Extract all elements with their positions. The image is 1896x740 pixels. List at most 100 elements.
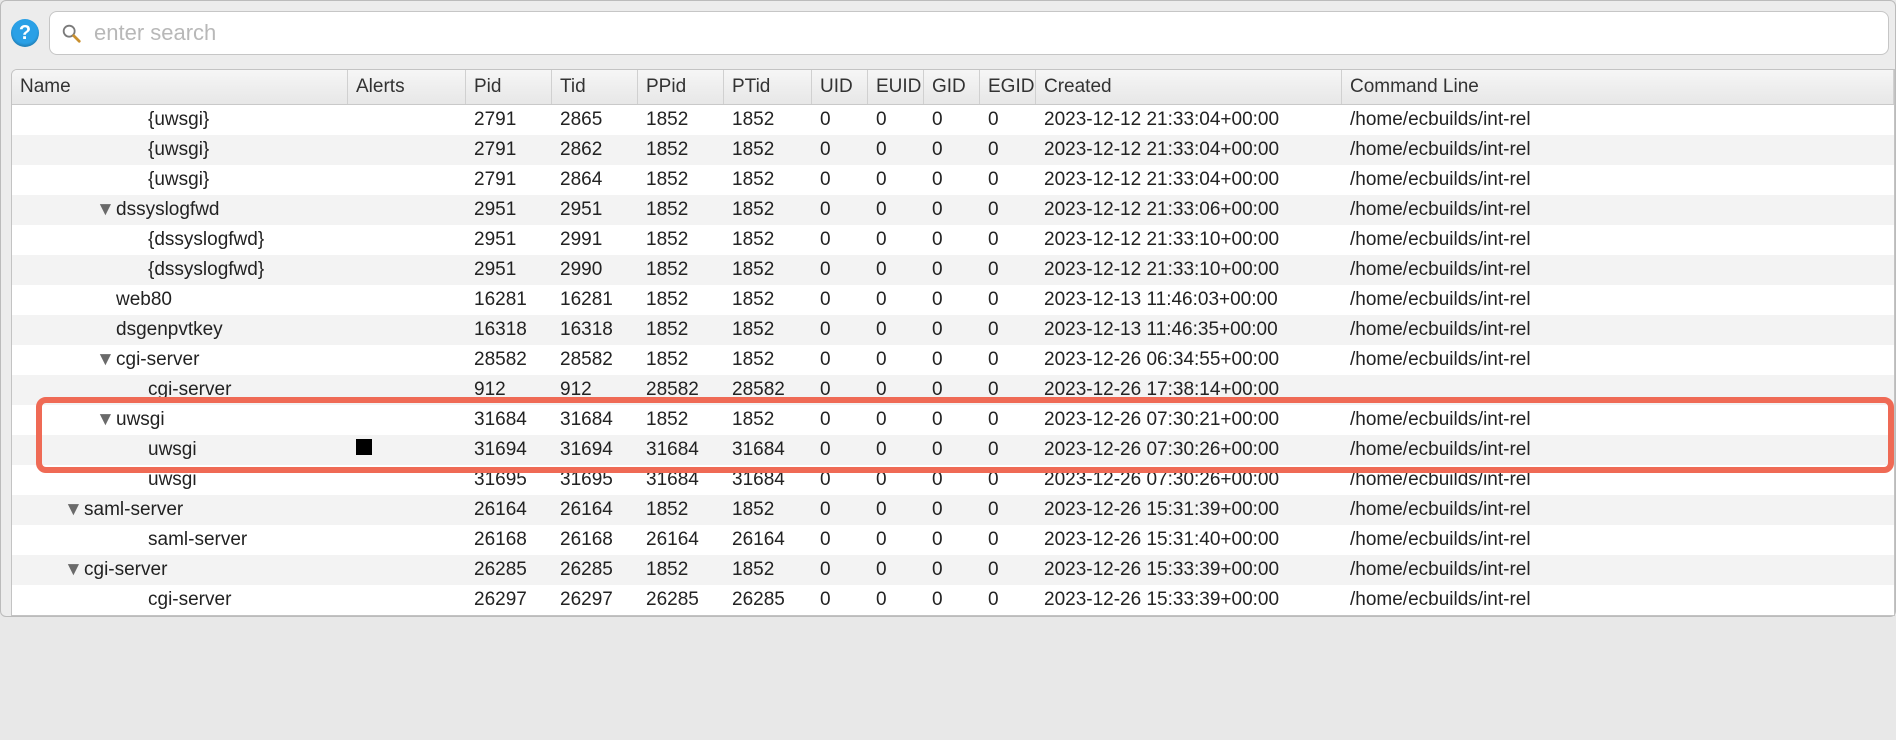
cell-egid: 0 [980, 349, 1036, 371]
table-row[interactable]: {uwsgi}279128641852185200002023-12-12 21… [12, 165, 1894, 195]
col-egid[interactable]: EGID [980, 70, 1036, 104]
col-cmdline[interactable]: Command Line [1342, 70, 1894, 104]
search-field[interactable] [49, 11, 1889, 55]
cell-uid: 0 [812, 109, 868, 131]
cell-cmd: /home/ecbuilds/int-rel [1342, 199, 1894, 221]
cell-egid: 0 [980, 139, 1036, 161]
cell-cmd: /home/ecbuilds/int-rel [1342, 439, 1894, 461]
cell-tid: 31694 [552, 439, 638, 461]
process-name: {dssyslogfwd} [148, 259, 264, 281]
table-row[interactable]: web8016281162811852185200002023-12-13 11… [12, 285, 1894, 315]
col-gid[interactable]: GID [924, 70, 980, 104]
table-header: Name Alerts Pid Tid PPid PTid UID EUID G… [12, 70, 1894, 105]
table-row[interactable]: cgi-server912912285822858200002023-12-26… [12, 375, 1894, 405]
col-pid[interactable]: Pid [466, 70, 552, 104]
disclosure-triangle-icon[interactable]: ▼ [96, 409, 110, 431]
cell-pid: 2791 [466, 169, 552, 191]
cell-gid: 0 [924, 589, 980, 611]
col-euid[interactable]: EUID [868, 70, 924, 104]
cell-ppid: 31684 [638, 469, 724, 491]
cell-pid: 31684 [466, 409, 552, 431]
cell-ppid: 1852 [638, 169, 724, 191]
cell-ptid: 1852 [724, 409, 812, 431]
cell-euid: 0 [868, 199, 924, 221]
cell-egid: 0 [980, 259, 1036, 281]
table-row[interactable]: cgi-server2629726297262852628500002023-1… [12, 585, 1894, 615]
cell-euid: 0 [868, 559, 924, 581]
cell-pid: 26297 [466, 589, 552, 611]
cell-name: uwsgi [12, 439, 348, 461]
cell-cmd: /home/ecbuilds/int-rel [1342, 289, 1894, 311]
cell-uid: 0 [812, 289, 868, 311]
cell-name: ▼cgi-server [12, 349, 348, 371]
cell-gid: 0 [924, 139, 980, 161]
process-name: cgi-server [84, 559, 167, 581]
col-name[interactable]: Name [12, 70, 348, 104]
table-row[interactable]: ▼cgi-server26285262851852185200002023-12… [12, 555, 1894, 585]
col-alerts[interactable]: Alerts [348, 70, 466, 104]
table-row[interactable]: {uwsgi}279128651852185200002023-12-12 21… [12, 105, 1894, 135]
cell-name: {uwsgi} [12, 169, 348, 191]
cell-pid: 31695 [466, 469, 552, 491]
cell-tid: 31695 [552, 469, 638, 491]
help-icon[interactable]: ? [11, 19, 39, 47]
table-row[interactable]: uwsgi3169531695316843168400002023-12-26 … [12, 465, 1894, 495]
cell-name: {dssyslogfwd} [12, 259, 348, 281]
cell-uid: 0 [812, 439, 868, 461]
cell-euid: 0 [868, 469, 924, 491]
cell-created: 2023-12-26 15:31:40+00:00 [1036, 529, 1342, 551]
search-input[interactable] [92, 19, 1878, 47]
table-row[interactable]: {uwsgi}279128621852185200002023-12-12 21… [12, 135, 1894, 165]
table-row[interactable]: dsgenpvtkey16318163181852185200002023-12… [12, 315, 1894, 345]
cell-cmd: /home/ecbuilds/int-rel [1342, 139, 1894, 161]
cell-uid: 0 [812, 349, 868, 371]
disclosure-triangle-icon[interactable]: ▼ [64, 499, 78, 521]
col-ppid[interactable]: PPid [638, 70, 724, 104]
cell-pid: 16281 [466, 289, 552, 311]
process-name: uwsgi [148, 439, 197, 461]
cell-pid: 912 [466, 379, 552, 401]
cell-egid: 0 [980, 199, 1036, 221]
cell-tid: 2951 [552, 199, 638, 221]
cell-ppid: 26285 [638, 589, 724, 611]
table-row[interactable]: ▼uwsgi31684316841852185200002023-12-26 0… [12, 405, 1894, 435]
cell-ppid: 1852 [638, 199, 724, 221]
cell-euid: 0 [868, 319, 924, 341]
cell-egid: 0 [980, 469, 1036, 491]
cell-created: 2023-12-12 21:33:04+00:00 [1036, 109, 1342, 131]
disclosure-triangle-icon[interactable]: ▼ [96, 349, 110, 371]
cell-created: 2023-12-13 11:46:03+00:00 [1036, 289, 1342, 311]
cell-created: 2023-12-12 21:33:10+00:00 [1036, 259, 1342, 281]
cell-tid: 26168 [552, 529, 638, 551]
cell-created: 2023-12-12 21:33:04+00:00 [1036, 139, 1342, 161]
cell-ppid: 1852 [638, 229, 724, 251]
table-row[interactable]: uwsgi3169431694316843168400002023-12-26 … [12, 435, 1894, 465]
table-row[interactable]: saml-server2616826168261642616400002023-… [12, 525, 1894, 555]
disclosure-triangle-icon[interactable]: ▼ [64, 559, 78, 581]
disclosure-triangle-icon[interactable]: ▼ [96, 199, 110, 221]
process-name: saml-server [148, 529, 247, 551]
col-tid[interactable]: Tid [552, 70, 638, 104]
col-created[interactable]: Created [1036, 70, 1342, 104]
table-row[interactable]: {dssyslogfwd}295129911852185200002023-12… [12, 225, 1894, 255]
cell-ppid: 28582 [638, 379, 724, 401]
table-row[interactable]: {dssyslogfwd}295129901852185200002023-12… [12, 255, 1894, 285]
cell-tid: 2864 [552, 169, 638, 191]
col-ptid[interactable]: PTid [724, 70, 812, 104]
col-uid[interactable]: UID [812, 70, 868, 104]
cell-ppid: 1852 [638, 499, 724, 521]
table-row[interactable]: ▼cgi-server28582285821852185200002023-12… [12, 345, 1894, 375]
cell-gid: 0 [924, 199, 980, 221]
table-row[interactable]: ▼dssyslogfwd295129511852185200002023-12-… [12, 195, 1894, 225]
cell-gid: 0 [924, 379, 980, 401]
cell-uid: 0 [812, 379, 868, 401]
cell-uid: 0 [812, 589, 868, 611]
cell-name: ▼saml-server [12, 499, 348, 521]
table-row[interactable]: ▼saml-server26164261641852185200002023-1… [12, 495, 1894, 525]
cell-uid: 0 [812, 409, 868, 431]
cell-ppid: 1852 [638, 559, 724, 581]
cell-egid: 0 [980, 439, 1036, 461]
cell-cmd: /home/ecbuilds/int-rel [1342, 589, 1894, 611]
cell-euid: 0 [868, 169, 924, 191]
cell-cmd: /home/ecbuilds/int-rel [1342, 319, 1894, 341]
